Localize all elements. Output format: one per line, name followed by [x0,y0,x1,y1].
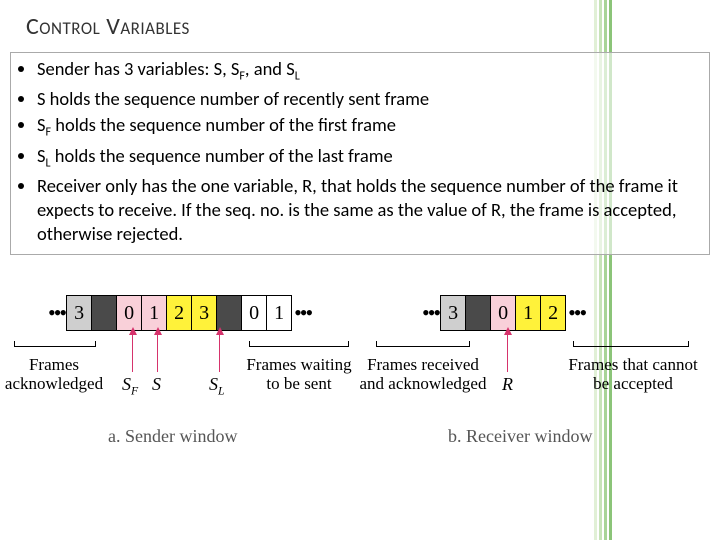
label-sf: SF [122,374,138,398]
arrow-r [507,334,508,372]
label-s: S [152,374,161,395]
receiver-cells: ••• 3 0 1 2 ••• [420,294,700,332]
bracket-frames-wait [249,346,349,353]
seq-divider [465,295,491,331]
bullet-list: Sender has 3 variables: S, SF, and SL S … [19,57,701,246]
bracket-frames-recv [376,346,470,353]
ellipsis-left: ••• [46,300,67,326]
label-r: R [502,374,513,395]
receiver-window: ••• 3 0 1 2 ••• R Frames received and ac… [420,294,700,332]
caption-receiver: b. Receiver window [448,426,592,447]
slide: Control Variables Sender has 3 variables… [0,0,720,540]
seq-cell: 3 [440,295,466,331]
sender-cells: ••• 3 0 1 2 3 0 1 ••• [46,294,356,332]
ellipsis-right: ••• [566,300,587,326]
label-frames-ack: Frames acknowledged [0,356,114,393]
arrow-sl [219,334,220,372]
label-frames-recv: Frames received and acknowledged [348,356,498,393]
bullet-body: Sender has 3 variables: S, SF, and SL S … [10,52,710,255]
bracket-frames-ack [14,346,96,353]
seq-cell: 2 [540,295,566,331]
bracket-frames-rej [573,346,689,353]
seq-cell: 0 [116,295,142,331]
bullet-item: SF holds the sequence number of the firs… [37,113,701,141]
label-sl: SL [209,374,225,398]
arrow-sf [132,334,133,372]
seq-cell: 3 [191,295,217,331]
seq-divider [91,295,117,331]
seq-cell: 2 [166,295,192,331]
seq-cell: 0 [241,295,267,331]
ellipsis-left: ••• [420,300,441,326]
seq-cell: 3 [66,295,92,331]
seq-cell: 1 [141,295,167,331]
seq-cell: 1 [266,295,292,331]
ellipsis-right: ••• [292,300,313,326]
figure-area: ••• 3 0 1 2 3 0 1 ••• SF S SL [10,284,710,514]
arrow-s [157,334,158,372]
label-frames-rej: Frames that cannot be accepted [554,356,712,393]
bullet-item: S holds the sequence number of recently … [37,87,701,111]
page-title: Control Variables [26,12,190,41]
seq-cell: 0 [490,295,516,331]
bullet-item: Sender has 3 variables: S, SF, and SL [37,57,701,85]
label-frames-wait: Frames waiting to be sent [232,356,366,393]
seq-cell: 1 [515,295,541,331]
caption-sender: a. Sender window [108,426,237,447]
sender-window: ••• 3 0 1 2 3 0 1 ••• SF S SL [46,294,356,332]
bullet-item: Receiver only has the one variable, R, t… [37,174,701,246]
seq-divider [216,295,242,331]
bullet-item: SL holds the sequence number of the last… [37,144,701,172]
